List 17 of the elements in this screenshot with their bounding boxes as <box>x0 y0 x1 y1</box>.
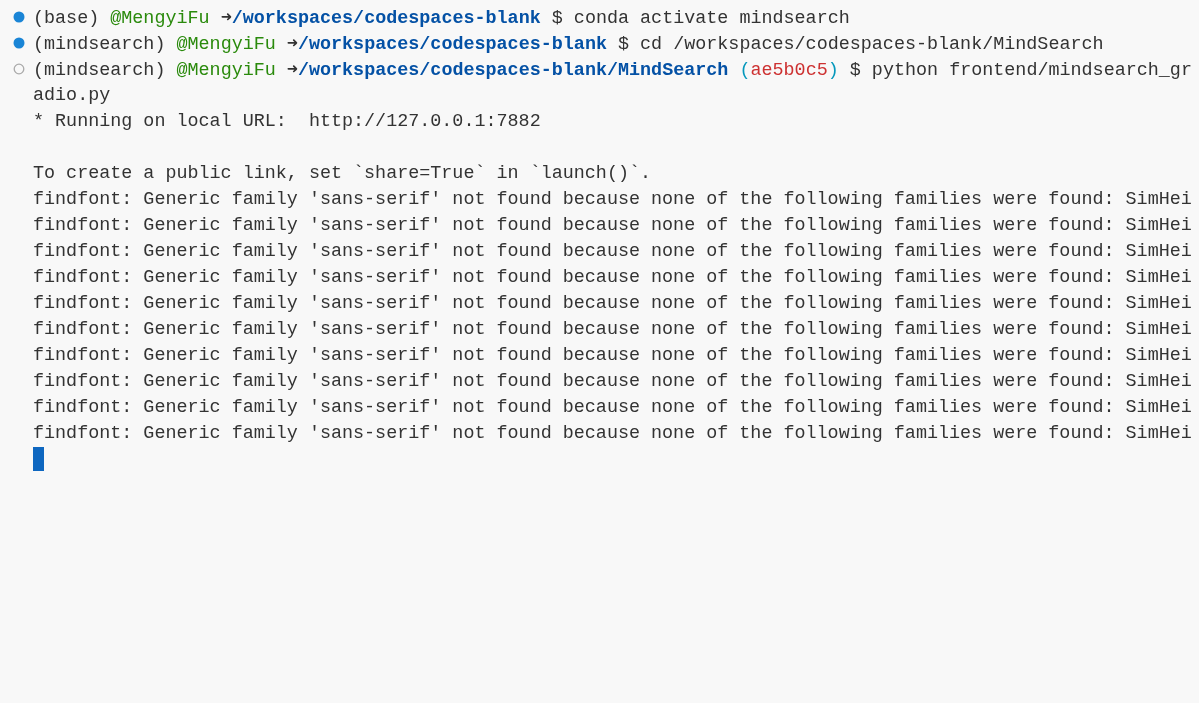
output-line: findfont: Generic family 'sans-serif' not found because none of the following families were found: SimHei <box>33 266 1192 288</box>
prompt-line: (base) @MengyiFu ➜/workspaces/codespaces-blank $ conda activate mindsearch <box>33 6 850 29</box>
output-line: findfont: Generic family 'sans-serif' not found because none of the following families were found: SimHei <box>33 240 1192 262</box>
output-line: adio.py <box>33 84 111 106</box>
output-line: findfont: Generic family 'sans-serif' not found because none of the following families were found: SimHei <box>33 370 1192 392</box>
output-line: findfont: Generic family 'sans-serif' not found because none of the following families were found: SimHei <box>33 292 1192 314</box>
cursor <box>33 447 44 471</box>
output-line: findfont: Generic family 'sans-serif' not found because none of the following families were found: SimHei <box>33 188 1192 210</box>
output-line: findfont: Generic family 'sans-serif' not found because none of the following families were found: SimHei <box>33 344 1192 366</box>
output-line: To create a public link, set `share=True` in `launch()`. <box>33 162 652 184</box>
output-line: findfont: Generic family 'sans-serif' not found because none of the following families were found: SimHei <box>33 396 1192 418</box>
prompt-line: (mindsearch) @MengyiFu ➜/workspaces/codespaces-blank/MindSearch (ae5b0c5) $ python frontend/mindsearch_gr <box>33 58 1192 81</box>
output-line: findfont: Generic family 'sans-serif' not found because none of the following families were found: SimHei <box>33 318 1192 340</box>
output-line: findfont: Generic family 'sans-serif' not found because none of the following families were found: SimHei <box>33 422 1192 444</box>
output-line: * Running on local URL: http://127.0.0.1:7882 <box>33 110 541 132</box>
prompt-line: (mindsearch) @MengyiFu ➜/workspaces/codespaces-blank $ cd /workspaces/codespaces-blank/MindSearch <box>33 32 1104 55</box>
output-line: findfont: Generic family 'sans-serif' not found because none of the following families were found: SimHei <box>33 214 1192 236</box>
